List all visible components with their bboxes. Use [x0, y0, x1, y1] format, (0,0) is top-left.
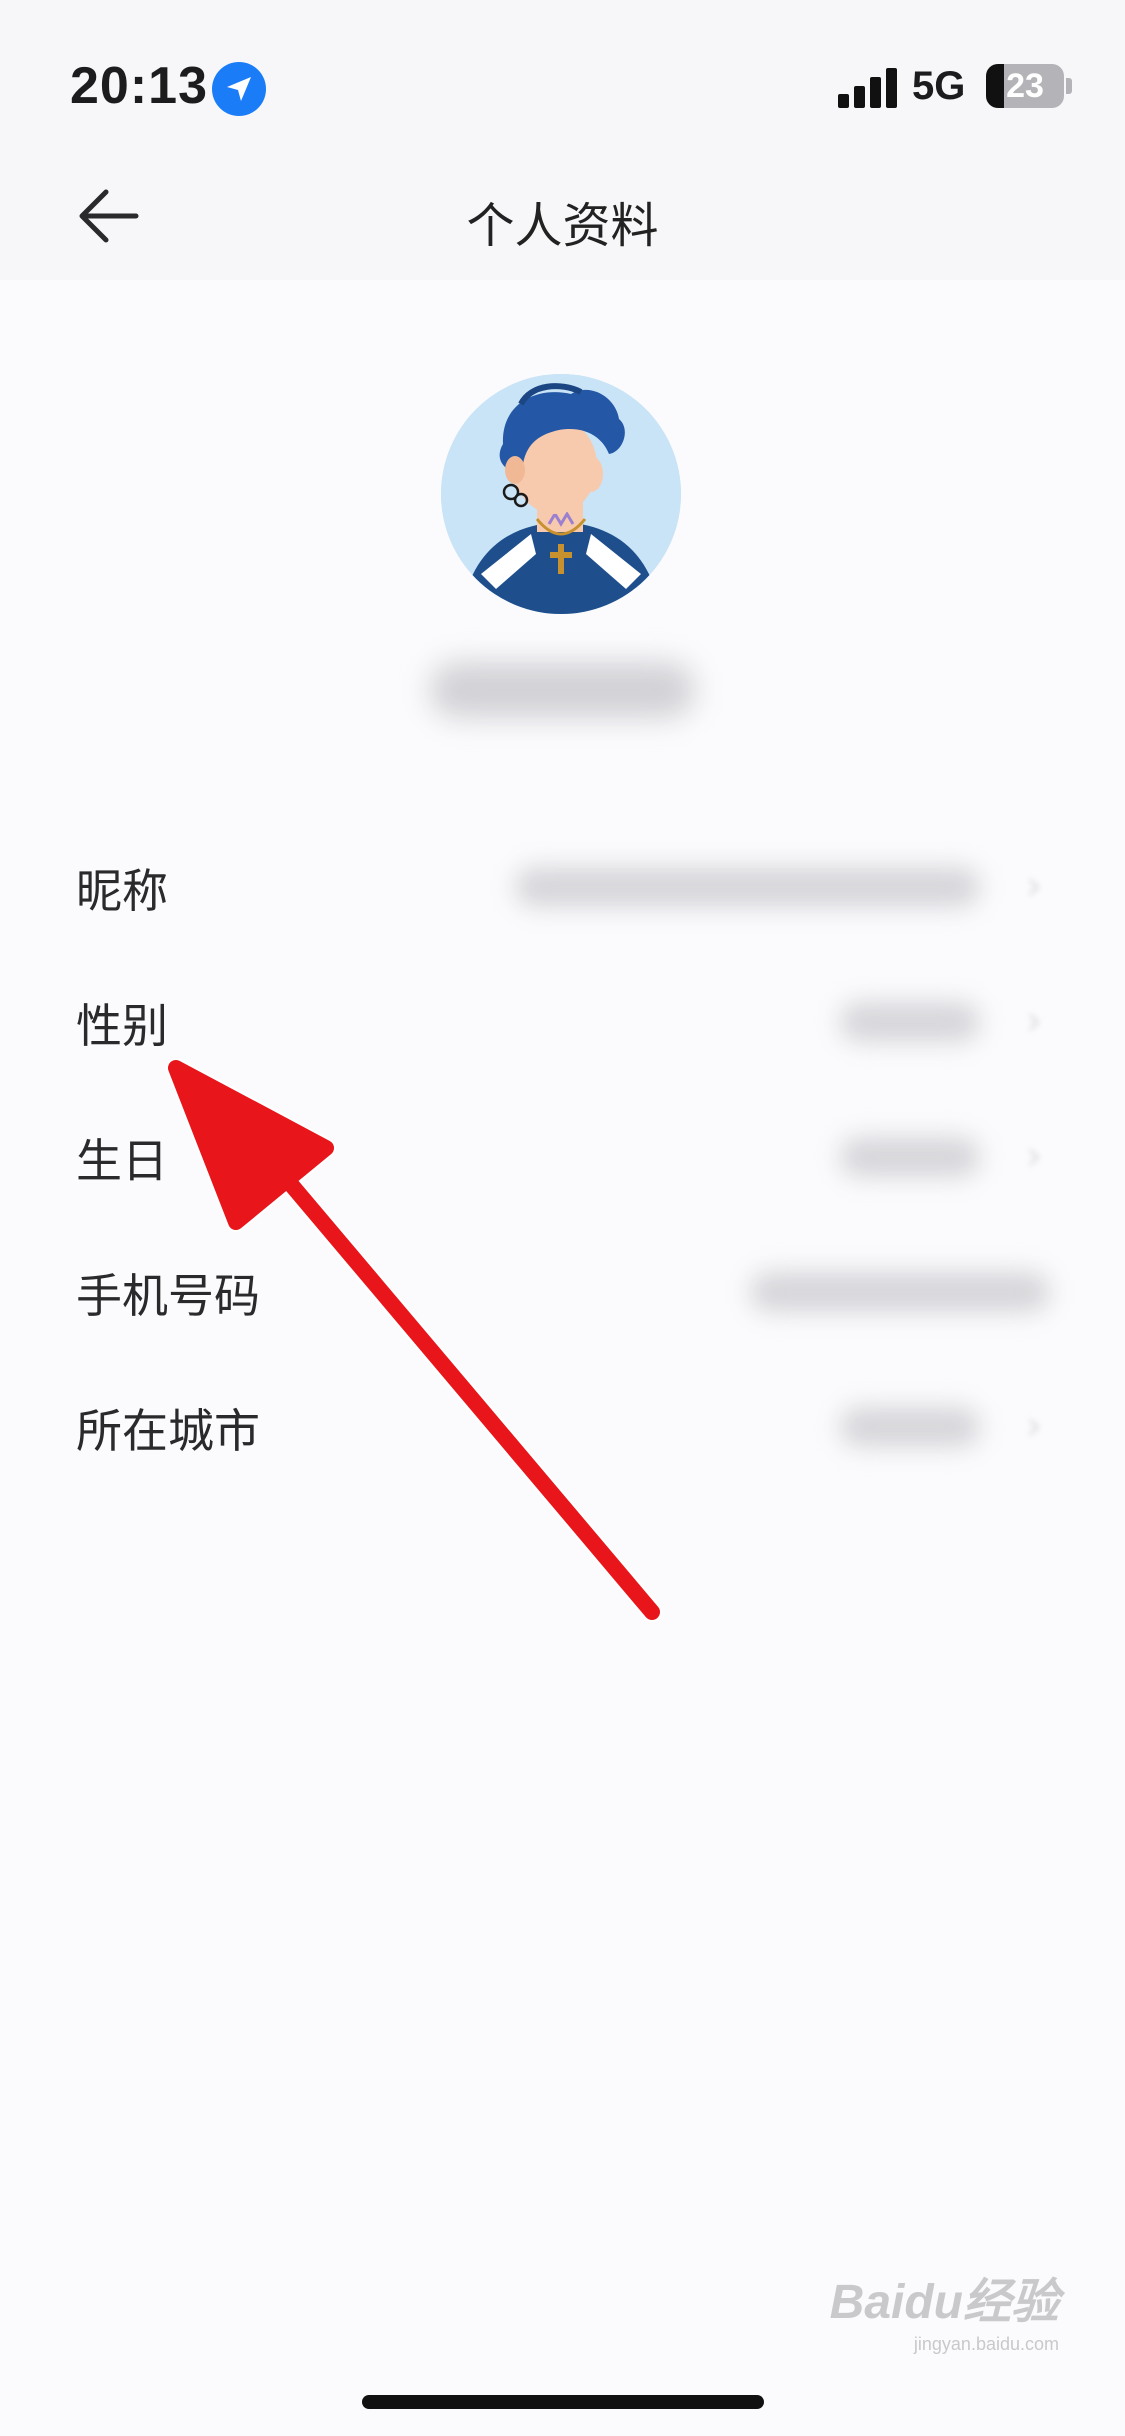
avatar[interactable] [441, 374, 681, 614]
row-gender[interactable]: 性别 › [0, 950, 1125, 1085]
battery-icon: 23 [986, 64, 1064, 108]
row-label: 所在城市 [76, 1404, 260, 1458]
network-type: 5G [912, 64, 966, 108]
nav-bar: 个人资料 [0, 150, 1125, 280]
battery-cap [1066, 78, 1072, 94]
home-indicator[interactable] [362, 2395, 764, 2409]
page-title: 个人资料 [466, 198, 659, 254]
watermark-logo: Baidu经验 [829, 2276, 1059, 2329]
row-value-redacted [840, 1137, 980, 1177]
row-value-redacted [750, 1272, 1050, 1312]
row-city[interactable]: 所在城市 › [0, 1355, 1125, 1490]
row-label: 昵称 [76, 864, 168, 918]
chevron-right-icon: › [1026, 1403, 1042, 1449]
chevron-right-icon: › [1026, 998, 1042, 1044]
username-redacted [430, 662, 695, 718]
row-value-redacted [840, 1407, 980, 1447]
row-label: 手机号码 [76, 1269, 260, 1323]
location-arrow-icon [212, 62, 266, 116]
status-bar: 20:13 5G 23 [0, 0, 1125, 150]
chevron-right-icon: › [1026, 863, 1042, 909]
row-nickname[interactable]: 昵称 › [0, 815, 1125, 950]
row-phone[interactable]: 手机号码 [0, 1220, 1125, 1355]
row-value-redacted [840, 1002, 980, 1042]
row-label: 生日 [76, 1134, 168, 1188]
avatar-image [441, 374, 681, 614]
row-value-redacted [515, 867, 980, 907]
battery-level: 23 [1006, 67, 1044, 105]
row-birthday[interactable]: 生日 › [0, 1085, 1125, 1220]
watermark-url: jingyan.baidu.com [913, 2334, 1059, 2354]
watermark: Baidu经验 jingyan.baidu.com [830, 2262, 1059, 2355]
status-time: 20:13 [70, 57, 208, 115]
cellular-signal-icon [838, 66, 898, 108]
chevron-right-icon: › [1026, 1133, 1042, 1179]
row-label: 性别 [76, 999, 168, 1053]
